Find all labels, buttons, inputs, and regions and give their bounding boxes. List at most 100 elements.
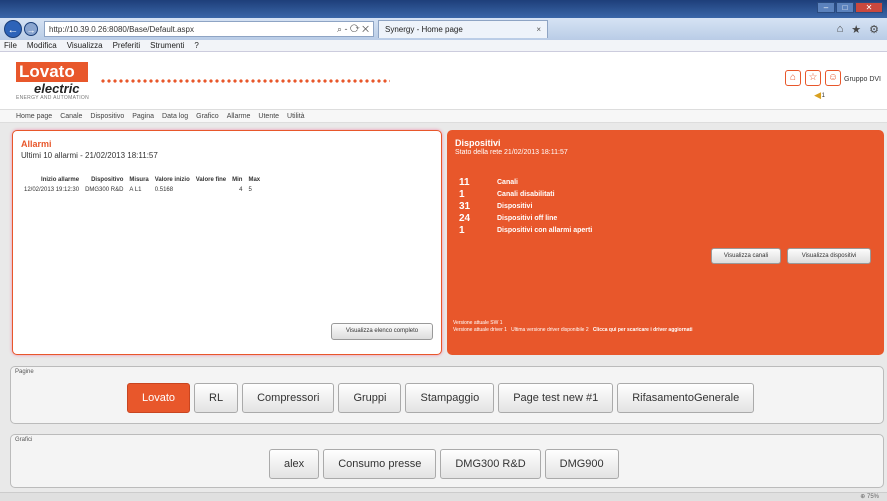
view-devices-button[interactable]: Visualizza dispositivi — [787, 248, 871, 264]
menu-file[interactable]: File — [4, 41, 17, 50]
nav-grafico[interactable]: Grafico — [196, 113, 219, 120]
stat-channels: 11 Canali — [459, 176, 592, 188]
address-bar: ← → http://10.39.0.26:8080/Base/Default.… — [0, 18, 887, 40]
nav-dispositivo[interactable]: Dispositivo — [90, 113, 124, 120]
latest-driver: Ultima versione driver disponibile 2 — [511, 327, 589, 333]
stat-label: Dispositivi — [497, 202, 533, 210]
back-icon[interactable]: ← — [4, 20, 22, 38]
menu-modifica[interactable]: Modifica — [27, 41, 57, 50]
stat-value: 1 — [459, 224, 465, 236]
graph-button-consumo-presse[interactable]: Consumo presse — [323, 449, 437, 479]
menu-strumenti[interactable]: Strumenti — [150, 41, 184, 50]
menu-visualizza[interactable]: Visualizza — [67, 41, 103, 50]
cell-inizio: 12/02/2013 19:12:30 — [24, 187, 80, 193]
cell-valore-inizio: 0.5168 — [154, 187, 174, 193]
nav-pagina[interactable]: Pagina — [132, 113, 154, 120]
logo-sub: electric — [34, 81, 80, 96]
stat-label: Dispositivi off line — [497, 214, 558, 222]
table-row[interactable]: 12/02/2013 19:12:30 DMG300 R&D A L1 0.51… — [21, 183, 263, 197]
graph-button-dmg900[interactable]: DMG900 — [544, 449, 619, 479]
stat-label: Canali disabilitati — [497, 190, 555, 198]
menu-bar: File Modifica Visualizza Preferiti Strum… — [0, 40, 887, 52]
version-driver-line: Versione attuale driver 1 Ultima version… — [453, 327, 693, 334]
search-refresh-icons[interactable]: ⌕ - ⟳ ✕ — [337, 24, 373, 35]
window-controls: – □ ✕ — [817, 2, 883, 13]
graph-button-alex[interactable]: alex — [269, 449, 320, 479]
tab-close-icon[interactable]: × — [536, 25, 547, 34]
page-button-compressori[interactable]: Compressori — [242, 383, 335, 413]
menu-help[interactable]: ? — [194, 41, 198, 50]
version-info: Versione attuale SW 1 Versione attuale d… — [453, 320, 693, 334]
page-button-rl[interactable]: RL — [194, 383, 239, 413]
stat-value: 24 — [459, 212, 471, 224]
col-valore-inizio: Valore inizio — [154, 177, 190, 183]
user-icon[interactable]: ☺ — [825, 70, 841, 86]
stat-label: Canali — [497, 178, 519, 186]
pages-label: Pagine — [15, 369, 34, 375]
stat-value: 1 — [459, 188, 465, 200]
devices-panel: Dispositivi Stato della rete 21/02/2013 … — [447, 130, 884, 355]
alarms-subtitle: Ultimi 10 allarmi - 21/02/2013 18:11:57 — [21, 151, 158, 160]
page-button-lovato[interactable]: Lovato — [127, 383, 191, 413]
bell-count: 1 — [821, 93, 825, 99]
download-drivers-link[interactable]: Clicca qui per scaricare i driver aggior… — [593, 327, 693, 333]
page-button-gruppi[interactable]: Gruppi — [338, 383, 402, 413]
stat-disabled-channels: 1 Canali disabilitati — [459, 188, 592, 200]
nav-allarme[interactable]: Allarme — [227, 113, 251, 120]
graphs-bar: Grafici alex Consumo presse DMG300 R&D D… — [10, 434, 884, 488]
bell-icon[interactable]: ◀ — [814, 90, 821, 101]
stat-value: 11 — [459, 176, 470, 188]
lovato-logo[interactable]: Lovato electric ENERGY AND AUTOMATION — [16, 62, 89, 101]
close-button[interactable]: ✕ — [855, 2, 883, 13]
nav-home[interactable]: Home page — [16, 113, 52, 120]
star-icon[interactable]: ☆ — [805, 70, 821, 86]
cell-valore-fine — [193, 183, 229, 197]
alarms-title: Allarmi — [21, 139, 52, 149]
cell-min: 4 — [239, 187, 243, 193]
graphs-buttons: alex Consumo presse DMG300 R&D DMG900 — [269, 449, 619, 479]
stat-open-alarms: 1 Dispositivi con allarmi aperti — [459, 224, 592, 236]
app-header: Lovato electric ENERGY AND AUTOMATION ⌂ … — [0, 52, 887, 110]
alarms-panel: Allarmi Ultimi 10 allarmi - 21/02/2013 1… — [12, 130, 442, 355]
home-icon[interactable]: ⌂ — [785, 70, 801, 86]
stat-label: Dispositivi con allarmi aperti — [497, 226, 593, 234]
tools-gear-icon[interactable]: ⚙ — [869, 23, 879, 36]
nav-utilita[interactable]: Utilità — [287, 113, 305, 120]
home-icon[interactable]: ⌂ — [837, 23, 844, 36]
zoom-level[interactable]: ⊕ 75% — [860, 493, 879, 500]
stat-value: 31 — [459, 200, 471, 212]
pages-bar: Pagine Lovato RL Compressori Gruppi Stam… — [10, 366, 884, 424]
col-valore-fine: Valore fine — [195, 177, 227, 183]
view-channels-button[interactable]: Visualizza canali — [711, 248, 781, 264]
menu-preferiti[interactable]: Preferiti — [113, 41, 141, 50]
page-button-page-test[interactable]: Page test new #1 — [498, 383, 614, 413]
nav-canale[interactable]: Canale — [60, 113, 82, 120]
forward-icon[interactable]: → — [24, 22, 38, 36]
main-nav: Home page Canale Dispositivo Pagina Data… — [0, 110, 887, 123]
user-group: Gruppo DVI — [844, 76, 881, 83]
view-all-alarms-button[interactable]: Visualizza elenco completo — [331, 323, 433, 340]
col-misura: Misura — [129, 177, 149, 183]
logo-tag: ENERGY AND AUTOMATION — [16, 95, 89, 101]
cell-misura: A L1 — [129, 187, 142, 193]
stat-offline: 24 Dispositivi off line — [459, 212, 592, 224]
url-field[interactable]: http://10.39.0.26:8080/Base/Default.aspx… — [44, 21, 374, 37]
favorites-icon[interactable]: ★ — [851, 23, 861, 36]
cell-max: 5 — [248, 187, 252, 193]
graphs-label: Grafici — [15, 437, 33, 443]
minimize-button[interactable]: – — [817, 2, 835, 13]
alarms-table: Inizio allarme Dispositivo Misura Valore… — [21, 177, 263, 197]
devices-subtitle: Stato della rete 21/02/2013 18:11:57 — [455, 149, 568, 156]
maximize-button[interactable]: □ — [836, 2, 854, 13]
dotted-divider — [100, 78, 390, 84]
nav-datalog[interactable]: Data log — [162, 113, 188, 120]
nav-utente[interactable]: Utente — [258, 113, 279, 120]
browser-tab[interactable]: Synergy - Home page × — [378, 20, 548, 38]
page-button-stampaggio[interactable]: Stampaggio — [405, 383, 495, 413]
cell-dispositivo: DMG300 R&D — [85, 187, 124, 193]
devices-title: Dispositivi — [455, 138, 501, 148]
page-button-rifasamento[interactable]: RifasamentoGenerale — [617, 383, 755, 413]
header-icons: ⌂ ☆ ☺ — [785, 70, 841, 86]
version-sw: Versione attuale SW 1 — [453, 320, 503, 326]
graph-button-dmg300[interactable]: DMG300 R&D — [440, 449, 541, 479]
